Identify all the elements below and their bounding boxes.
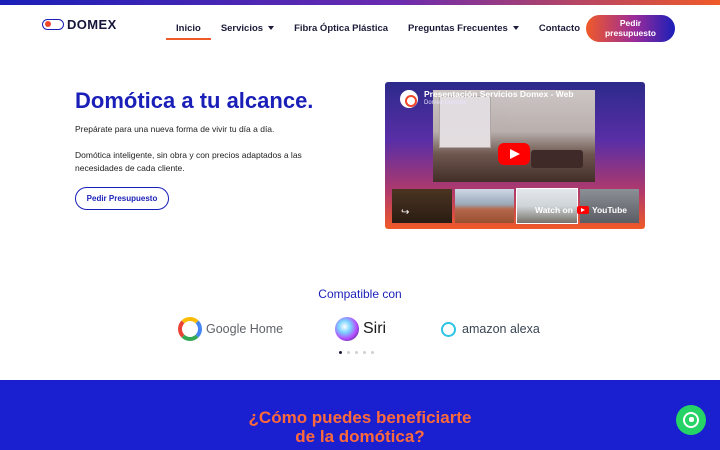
request-quote-button[interactable]: Pedir presupuesto bbox=[586, 15, 675, 42]
site-header: DOMEX Inicio Servicios Fibra Óptica Plás… bbox=[0, 5, 720, 43]
youtube-icon bbox=[576, 206, 589, 214]
play-button-icon[interactable] bbox=[498, 143, 530, 165]
compatible-title: Compatible con bbox=[318, 287, 402, 301]
watch-on-youtube-link[interactable]: Watch on YouTube bbox=[535, 205, 627, 215]
carousel-dot[interactable] bbox=[371, 351, 374, 354]
video-channel: Domex Domotic bbox=[424, 100, 467, 106]
carousel-dot[interactable] bbox=[355, 351, 358, 354]
brand-google-home: Google Home bbox=[178, 315, 283, 343]
nav-item-inicio[interactable]: Inicio bbox=[166, 17, 211, 40]
google-icon bbox=[178, 317, 202, 341]
carousel-dot[interactable] bbox=[339, 351, 342, 354]
channel-avatar-icon[interactable] bbox=[400, 90, 418, 108]
share-icon[interactable]: ↪ bbox=[401, 207, 409, 218]
logo[interactable]: DOMEX bbox=[42, 17, 117, 32]
thumbnail[interactable] bbox=[454, 189, 514, 223]
hero-paragraph-1: Prepárate para una nueva forma de vivir … bbox=[75, 124, 275, 134]
carousel-dot[interactable] bbox=[347, 351, 350, 354]
whatsapp-button[interactable] bbox=[676, 405, 706, 435]
alexa-icon bbox=[441, 321, 456, 337]
nav-item-servicios[interactable]: Servicios bbox=[211, 17, 284, 39]
logo-toggle-icon bbox=[42, 19, 64, 30]
carousel-dot[interactable] bbox=[363, 351, 366, 354]
logo-text: DOMEX bbox=[67, 17, 117, 32]
nav-item-fibra-optica[interactable]: Fibra Óptica Plástica bbox=[284, 17, 398, 39]
video-embed[interactable]: Presentación Servicios Domex - Web Domex… bbox=[385, 82, 645, 229]
brand-siri: Siri bbox=[335, 315, 386, 343]
siri-icon bbox=[335, 317, 359, 341]
whatsapp-icon bbox=[683, 412, 699, 428]
carousel-dots bbox=[339, 351, 374, 354]
nav-item-contacto[interactable]: Contacto bbox=[529, 17, 590, 39]
brand-amazon-alexa: amazon alexa bbox=[441, 315, 540, 343]
video-title[interactable]: Presentación Servicios Domex - Web bbox=[424, 89, 574, 99]
nav-item-preguntas-frecuentes[interactable]: Preguntas Frecuentes bbox=[398, 17, 529, 39]
hero-quote-button[interactable]: Pedir Presupuesto bbox=[75, 187, 169, 210]
hero-title: Domótica a tu alcance. bbox=[75, 88, 314, 113]
hero-paragraph-2: Domótica inteligente, sin obra y con pre… bbox=[75, 150, 302, 173]
chevron-down-icon bbox=[512, 26, 519, 30]
main-nav: Inicio Servicios Fibra Óptica Plástica P… bbox=[166, 13, 590, 43]
chevron-down-icon bbox=[268, 26, 275, 30]
benefits-title: ¿Cómo puedes beneficiarte de la domótica… bbox=[248, 408, 472, 446]
